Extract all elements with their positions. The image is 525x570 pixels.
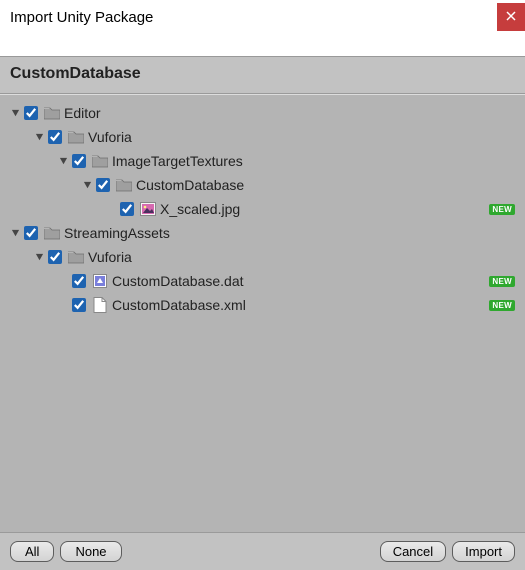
include-checkbox[interactable] — [24, 106, 38, 120]
include-checkbox[interactable] — [96, 178, 110, 192]
package-name: CustomDatabase — [10, 65, 141, 82]
folder-icon — [68, 129, 84, 145]
import-package-window: Import Unity Package CustomDatabase Edit… — [0, 0, 525, 570]
new-badge: NEW — [489, 204, 515, 215]
scene-icon — [92, 273, 108, 289]
all-button[interactable]: All — [10, 541, 54, 562]
expander-icon[interactable] — [80, 178, 94, 192]
window-title: Import Unity Package — [10, 9, 497, 26]
tree-item-label: StreamingAssets — [64, 225, 170, 241]
none-button[interactable]: None — [60, 541, 121, 562]
include-checkbox[interactable] — [48, 130, 62, 144]
folder-icon — [44, 105, 60, 121]
new-badge: NEW — [489, 276, 515, 287]
image-icon — [140, 201, 156, 217]
tree-item-label: Vuforia — [88, 129, 132, 145]
include-checkbox[interactable] — [72, 298, 86, 312]
tree-row-customdbxml[interactable]: CustomDatabase.xml NEW — [4, 293, 521, 317]
tree-item-label: Vuforia — [88, 249, 132, 265]
folder-icon — [44, 225, 60, 241]
folder-icon — [68, 249, 84, 265]
tree-item-label: CustomDatabase.dat — [112, 273, 244, 289]
include-checkbox[interactable] — [24, 226, 38, 240]
expander-icon[interactable] — [8, 106, 22, 120]
include-checkbox[interactable] — [48, 250, 62, 264]
include-checkbox[interactable] — [72, 274, 86, 288]
tree-row-xscaled[interactable]: X_scaled.jpg NEW — [4, 197, 521, 221]
tree-row-imagetargets[interactable]: ImageTargetTextures — [4, 149, 521, 173]
tree-area[interactable]: Editor Vuforia ImageTargetTextures CustomDa… — [0, 94, 525, 532]
tree-item-label: Editor — [64, 105, 101, 121]
tree-row-vuforia2[interactable]: Vuforia — [4, 245, 521, 269]
new-badge: NEW — [489, 300, 515, 311]
folder-icon — [92, 153, 108, 169]
expander-icon[interactable] — [32, 250, 46, 264]
expander-icon[interactable] — [8, 226, 22, 240]
expander-icon[interactable] — [56, 154, 70, 168]
tree-row-vuforia1[interactable]: Vuforia — [4, 125, 521, 149]
tree-row-customdb[interactable]: CustomDatabase — [4, 173, 521, 197]
close-button[interactable] — [497, 3, 525, 31]
tree-row-customdbdat[interactable]: CustomDatabase.dat NEW — [4, 269, 521, 293]
titlebar: Import Unity Package — [0, 0, 525, 34]
close-icon — [506, 10, 516, 24]
folder-icon — [116, 177, 132, 193]
tree-item-label: CustomDatabase — [136, 177, 244, 193]
include-checkbox[interactable] — [120, 202, 134, 216]
tree-item-label: ImageTargetTextures — [112, 153, 243, 169]
titlebar-spacer — [0, 34, 525, 56]
tree-row-streamingassets[interactable]: StreamingAssets — [4, 221, 521, 245]
import-button[interactable]: Import — [452, 541, 515, 562]
doc-icon — [92, 297, 108, 313]
tree-item-label: CustomDatabase.xml — [112, 297, 246, 313]
tree-item-label: X_scaled.jpg — [160, 201, 240, 217]
tree-row-editor[interactable]: Editor — [4, 101, 521, 125]
package-header: CustomDatabase — [0, 57, 525, 94]
include-checkbox[interactable] — [72, 154, 86, 168]
footer-bar: All None Cancel Import — [0, 532, 525, 570]
dialog-body: CustomDatabase Editor Vuforia ImageTargetT… — [0, 56, 525, 570]
cancel-button[interactable]: Cancel — [380, 541, 446, 562]
expander-icon[interactable] — [32, 130, 46, 144]
